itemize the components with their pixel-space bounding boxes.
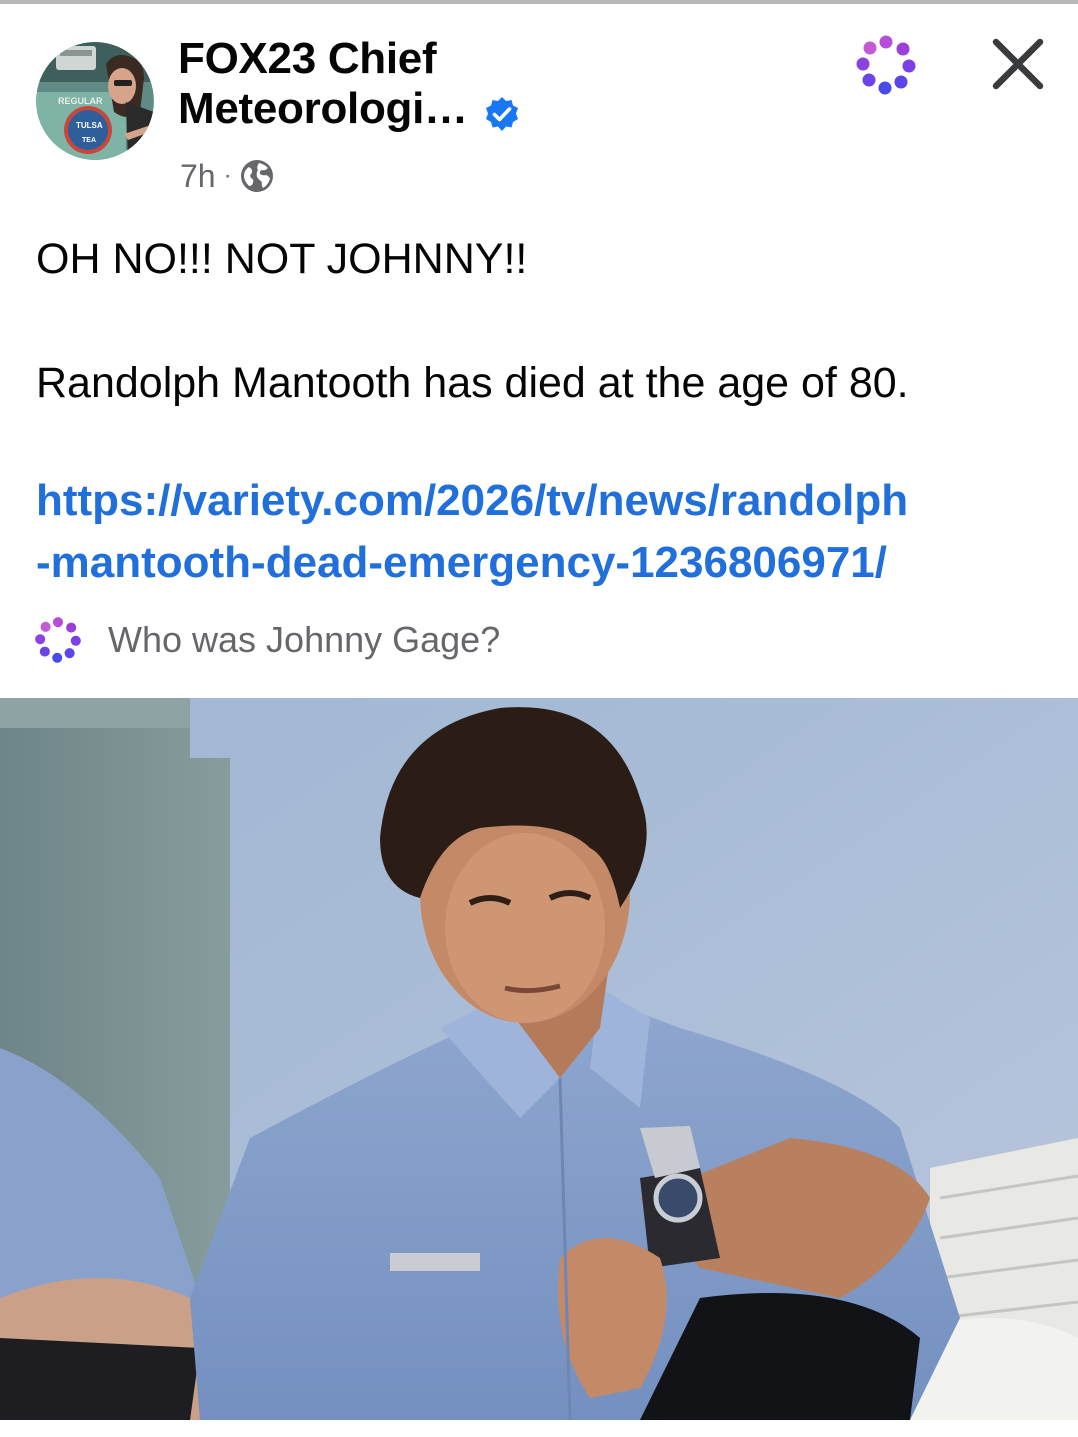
avatar-image: REGULAR TULSA TEA xyxy=(36,42,154,160)
globe-icon xyxy=(240,160,273,192)
author-name[interactable]: FOX23 Chief Meteorologi… xyxy=(178,34,478,134)
photo-image xyxy=(0,698,1078,1420)
post-card: REGULAR TULSA TEA FOX23 Chief Meteorolog… xyxy=(0,0,1078,1437)
post-text-line-1: OH NO!!! NOT JOHNNY!! xyxy=(36,235,528,283)
meta-ai-prompt-text: Who was Johnny Gage? xyxy=(108,619,501,660)
post-meta: 7h · xyxy=(180,156,274,196)
meta-ai-prompt[interactable]: Who was Johnny Gage? xyxy=(34,612,500,668)
author-avatar[interactable]: REGULAR TULSA TEA xyxy=(36,42,154,160)
avatar-sign-text-1: REGULAR xyxy=(58,96,103,106)
meta-ai-small-icon xyxy=(35,617,81,663)
author-name-line-1: FOX23 Chief xyxy=(178,34,437,83)
article-link-line-2: -mantooth-dead-emergency-1236806971/ xyxy=(36,538,887,587)
post-text-line-2: Randolph Mantooth has died at the age of… xyxy=(36,359,909,407)
close-icon[interactable] xyxy=(986,32,1050,96)
meta-ai-icon[interactable] xyxy=(855,34,917,96)
author-name-line-2: Meteorologi… xyxy=(178,84,468,133)
article-link[interactable]: https://variety.com/2026/tv/news/randolp… xyxy=(36,470,1036,594)
verified-badge-icon xyxy=(486,97,518,131)
article-link-line-1: https://variety.com/2026/tv/news/randolp… xyxy=(36,476,909,525)
meta-separator: · xyxy=(223,162,232,189)
avatar-sign-text-2: TULSA xyxy=(76,121,103,130)
avatar-sign-text-3: TEA xyxy=(82,137,96,144)
post-body: OH NO!!! NOT JOHNNY!! Randolph Mantooth … xyxy=(36,228,1046,414)
post-photo[interactable] xyxy=(0,698,1078,1420)
post-timestamp[interactable]: 7h xyxy=(180,158,216,195)
